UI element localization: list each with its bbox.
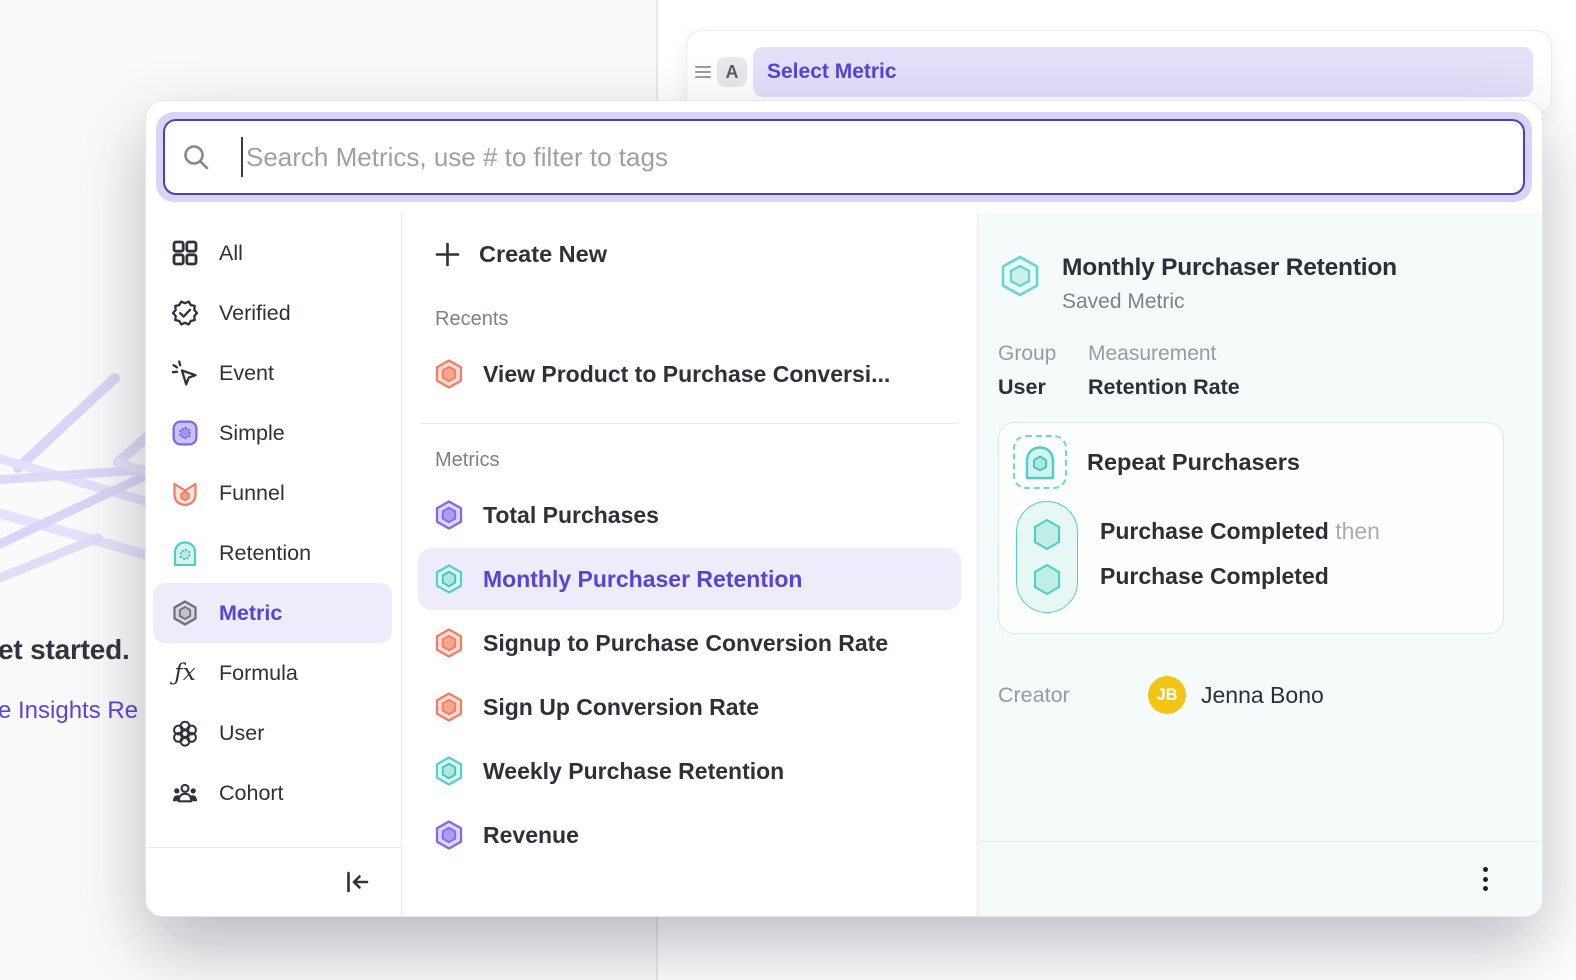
recent-item-label: View Product to Purchase Conversi...	[483, 361, 890, 388]
select-metric-pill[interactable]: Select Metric	[753, 47, 1533, 97]
metric-item-label: Weekly Purchase Retention	[483, 758, 784, 785]
metric-item-label: Sign Up Conversion Rate	[483, 694, 759, 721]
metric-item-label: Revenue	[483, 822, 579, 849]
sidebar-item-simple[interactable]: Simple	[153, 403, 392, 463]
drag-handle-icon[interactable]	[695, 66, 711, 79]
sidebar-item-label: All	[219, 241, 243, 266]
step-1-event: Purchase Completed	[1100, 518, 1329, 544]
detail-type-label: Saved Metric	[1062, 290, 1397, 314]
recents-section-label: Recents	[435, 308, 961, 331]
saved-metric-hexagon-icon	[998, 254, 1042, 298]
metric-list-column: Create New Recents View Product to Purch…	[402, 213, 977, 916]
creator-row: Creator JB Jenna Bono	[998, 676, 1504, 714]
detail-title: Monthly Purchaser Retention	[1062, 254, 1397, 282]
sidebar-item-cohort[interactable]: Cohort	[153, 763, 392, 823]
select-metric-modal: All Verified Event	[145, 100, 1543, 917]
metric-item-weekly-purchase-retention[interactable]: Weekly Purchase Retention	[418, 740, 961, 802]
group-value: User	[998, 375, 1088, 400]
metric-item-label: Monthly Purchaser Retention	[483, 566, 802, 593]
verified-badge-icon	[172, 300, 198, 326]
select-metric-label: Select Metric	[767, 60, 897, 84]
retention-arch-icon	[172, 540, 198, 566]
background-insights-link[interactable]: e Insights Re	[0, 697, 138, 725]
sidebar-item-label: Metric	[219, 601, 282, 626]
sidebar-item-formula[interactable]: ƒx Formula	[153, 643, 392, 703]
metric-item-sign-up-conversion[interactable]: Sign Up Conversion Rate	[418, 676, 961, 738]
funnel-metric-hexagon-icon	[434, 359, 464, 389]
simple-block-icon	[172, 420, 198, 446]
detail-header: Monthly Purchaser Retention Saved Metric	[998, 254, 1504, 314]
step-connector: then	[1335, 518, 1380, 544]
retention-definition-icon	[1013, 435, 1067, 489]
sidebar-item-label: Event	[219, 361, 274, 386]
metric-item-signup-to-purchase[interactable]: Signup to Purchase Conversion Rate	[418, 612, 961, 674]
cohort-people-icon	[172, 780, 198, 806]
metric-item-monthly-purchaser-retention[interactable]: Monthly Purchaser Retention	[418, 548, 961, 610]
sidebar-item-metric[interactable]: Metric	[153, 583, 392, 643]
plus-icon	[435, 242, 460, 267]
grid-icon	[172, 240, 198, 266]
sidebar-item-label: User	[219, 721, 264, 746]
metric-item-label: Total Purchases	[483, 502, 659, 529]
sidebar-item-all[interactable]: All	[153, 223, 392, 283]
sidebar-footer	[146, 847, 401, 916]
series-a-badge[interactable]: A	[717, 57, 747, 87]
sidebar-item-label: Simple	[219, 421, 285, 446]
collapse-left-icon	[344, 869, 371, 895]
metrics-section-label: Metrics	[435, 449, 961, 472]
cursor-click-icon	[172, 360, 198, 386]
create-new-button[interactable]: Create New	[418, 225, 961, 283]
sidebar-item-retention[interactable]: Retention	[153, 523, 392, 583]
search-focus-ring	[156, 112, 1532, 202]
sidebar-item-event[interactable]: Event	[153, 343, 392, 403]
coral-metric-hexagon-icon	[434, 628, 464, 658]
background-get-started-text: et started.	[0, 634, 130, 666]
metric-definition-card: Repeat Purchasers	[998, 422, 1504, 634]
purple-metric-hexagon-icon	[434, 820, 464, 850]
create-new-label: Create New	[479, 241, 607, 268]
sidebar-item-funnel[interactable]: Funnel	[153, 463, 392, 523]
creator-avatar: JB	[1148, 676, 1186, 714]
creator-label: Creator	[998, 683, 1148, 708]
metric-detail-panel: Monthly Purchaser Retention Saved Metric…	[977, 213, 1542, 916]
purple-metric-hexagon-icon	[434, 500, 464, 530]
search-icon	[182, 143, 210, 171]
list-divider	[420, 423, 959, 424]
metric-item-total-purchases[interactable]: Total Purchases	[418, 484, 961, 546]
measurement-value: Retention Rate	[1088, 375, 1240, 400]
sidebar-item-verified[interactable]: Verified	[153, 283, 392, 343]
coral-metric-hexagon-icon	[434, 692, 464, 722]
metric-item-label: Signup to Purchase Conversion Rate	[483, 630, 888, 657]
step-2-event: Purchase Completed	[1100, 563, 1329, 589]
more-options-button[interactable]	[1477, 861, 1494, 897]
detail-footer	[978, 841, 1542, 916]
measurement-label: Measurement	[1088, 342, 1240, 366]
definition-name: Repeat Purchasers	[1087, 449, 1300, 476]
filter-sidebar: All Verified Event	[146, 213, 402, 916]
recent-item[interactable]: View Product to Purchase Conversi...	[418, 343, 961, 405]
funnel-icon	[172, 480, 198, 506]
user-cluster-icon	[172, 720, 198, 746]
sidebar-item-label: Retention	[219, 541, 311, 566]
metric-item-revenue[interactable]: Revenue	[418, 804, 961, 866]
step-hexagon-icon	[1032, 518, 1062, 551]
collapse-sidebar-button[interactable]	[344, 869, 371, 895]
detail-meta: Group User Measurement Retention Rate	[998, 342, 1504, 400]
creator-name: Jenna Bono	[1201, 682, 1324, 709]
sidebar-item-label: Cohort	[219, 781, 284, 806]
step-hexagon-icon	[1032, 563, 1062, 596]
search-box[interactable]	[163, 119, 1525, 195]
teal-metric-hexagon-icon	[434, 756, 464, 786]
sidebar-item-user[interactable]: User	[153, 703, 392, 763]
search-section	[146, 101, 1542, 213]
formula-fx-icon: ƒx	[172, 660, 198, 686]
sidebar-item-label: Funnel	[219, 481, 285, 506]
teal-metric-hexagon-icon	[434, 564, 464, 594]
sidebar-item-label: Formula	[219, 661, 298, 686]
retention-steps-capsule	[1016, 501, 1078, 613]
sidebar-item-label: Verified	[219, 301, 291, 326]
search-input[interactable]	[243, 142, 1503, 173]
metric-hexagon-icon	[172, 600, 198, 626]
group-label: Group	[998, 342, 1088, 366]
